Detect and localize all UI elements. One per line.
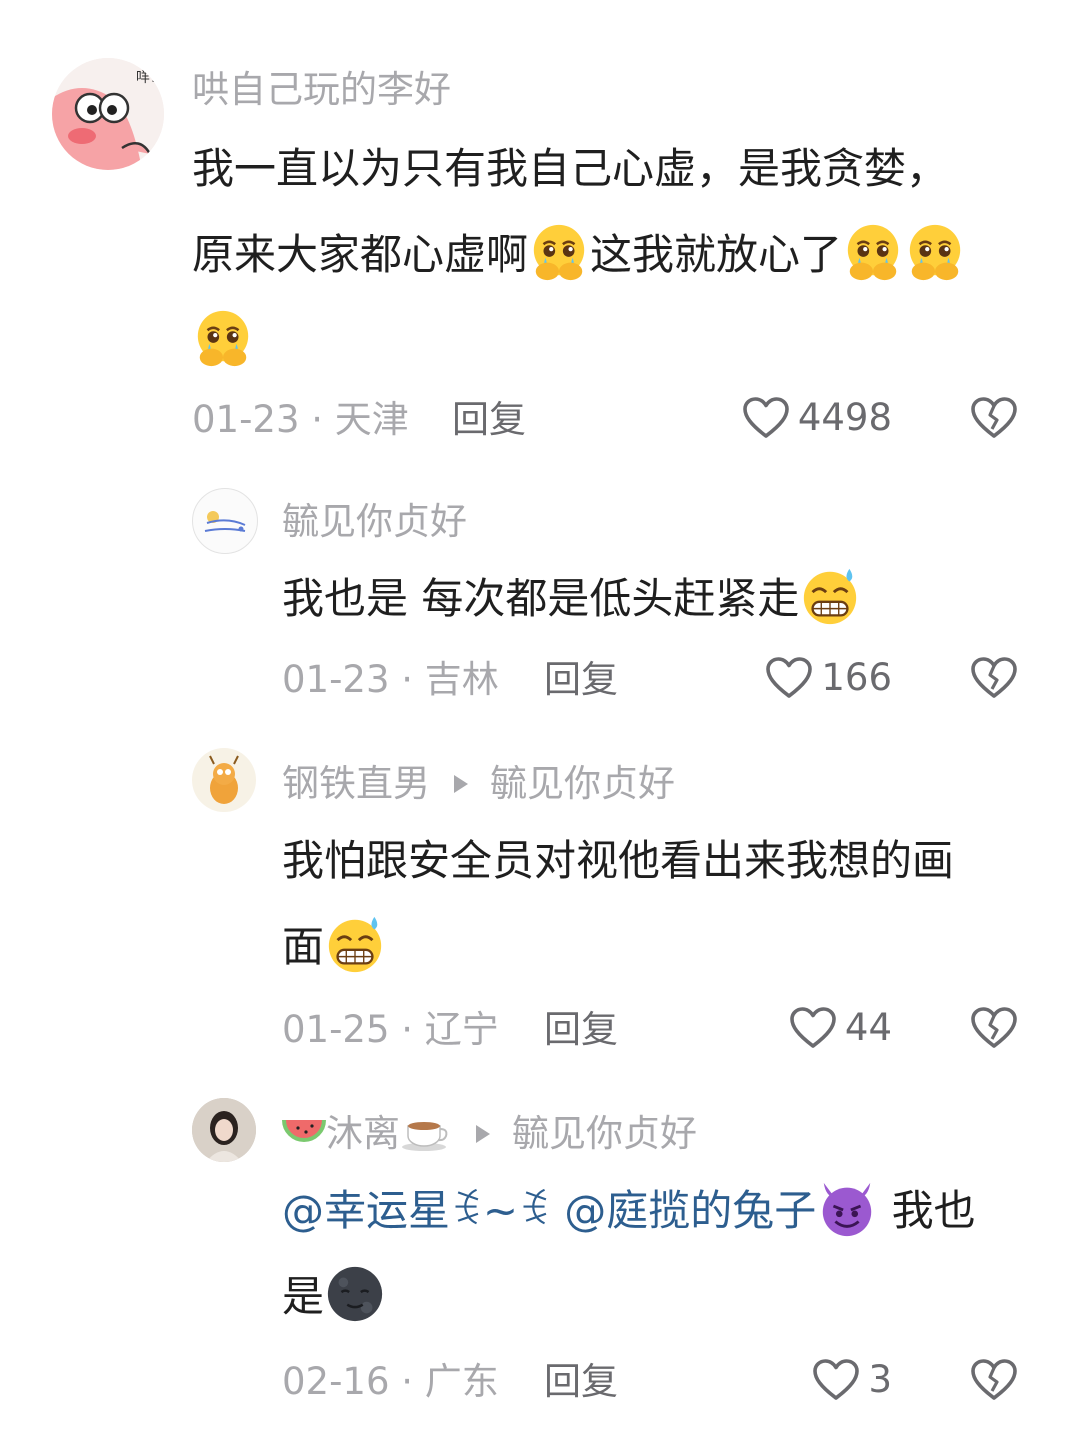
avatar-image bbox=[192, 1098, 256, 1162]
reply-arrow-icon bbox=[454, 775, 468, 793]
comment-text-line: 这我就放心了 bbox=[590, 230, 843, 279]
username[interactable]: 毓见你贞好 bbox=[282, 500, 467, 544]
username[interactable]: 钢铁直男 bbox=[282, 762, 430, 805]
hot-beverage-icon bbox=[402, 1122, 448, 1151]
comment-text: 我也是 每次都是低头赶紧走 bbox=[282, 556, 1006, 642]
comment-text-line: 我也是 每次都是低头赶紧走 bbox=[282, 574, 800, 623]
comment-text-line: 我怕跟安全员对视他看出来我想的画 bbox=[282, 836, 955, 885]
like-button[interactable]: 166 bbox=[765, 656, 892, 700]
reply-button[interactable]: 回复 bbox=[452, 398, 526, 442]
comment-text-line: 我也 bbox=[891, 1186, 976, 1235]
like-count: 44 bbox=[844, 1006, 892, 1049]
watermelon-icon bbox=[282, 1119, 326, 1142]
reply-button[interactable]: 回复 bbox=[544, 658, 618, 702]
like-button[interactable]: 44 bbox=[789, 1006, 892, 1050]
comment-text-line: 是 bbox=[282, 1272, 325, 1321]
avatar[interactable] bbox=[192, 748, 256, 812]
username: 钢铁直男 毓见你贞好 bbox=[282, 762, 675, 806]
comment-date-location: 01-23 · 天津 bbox=[192, 398, 409, 441]
crying-face-emoji bbox=[842, 221, 904, 283]
new-moon-face-emoji bbox=[324, 1263, 386, 1325]
comment-text-line: 面 bbox=[282, 922, 325, 971]
reply-button[interactable]: 回复 bbox=[544, 1360, 618, 1404]
grinning-sweat-emoji bbox=[799, 565, 861, 627]
heart-outline-icon bbox=[789, 1006, 837, 1050]
comment-date-location: 01-25 · 辽宁 bbox=[282, 1008, 499, 1051]
heart-outline-icon bbox=[812, 1358, 860, 1402]
comment-text: 我一直以为只有我自己心虚，是我贪婪， 原来大家都心虚啊 这我就放心了 bbox=[192, 126, 1006, 384]
heart-outline-icon bbox=[765, 656, 813, 700]
comment-text: @幸运星ꉂ~ꉂ @庭揽的兔子 我也 是 bbox=[282, 1168, 1006, 1340]
crying-face-emoji bbox=[528, 221, 590, 283]
like-button[interactable]: 4498 bbox=[742, 396, 892, 440]
avatar[interactable]: 咩？ bbox=[52, 58, 164, 170]
comment-item: 咩？ 哄自己玩的李好 我一直以为只有我自己心虚，是我贪婪， 原来大家都心虚啊 这我… bbox=[0, 0, 1080, 470]
mention-link[interactable]: @幸运星ꉂ~ꉂ bbox=[282, 1186, 551, 1235]
comment-list: 咩？ 哄自己玩的李好 我一直以为只有我自己心虚，是我贪婪， 原来大家都心虚啊 这我… bbox=[0, 0, 1080, 1440]
username[interactable]: 哄自己玩的李好 bbox=[192, 68, 451, 112]
like-count: 3 bbox=[868, 1358, 892, 1401]
comment-text-line: 原来大家都心虚啊 bbox=[192, 230, 529, 279]
dislike-button[interactable] bbox=[970, 1358, 1018, 1406]
heart-outline-icon bbox=[742, 396, 790, 440]
grinning-sweat-emoji bbox=[324, 913, 386, 975]
svg-text:咩？: 咩？ bbox=[136, 70, 164, 86]
like-count: 166 bbox=[821, 656, 892, 699]
username: 沐离 毓见你贞好 bbox=[282, 1112, 697, 1156]
broken-heart-icon bbox=[970, 396, 1018, 440]
reply-button[interactable]: 回复 bbox=[544, 1008, 618, 1052]
username[interactable]: 沐离 bbox=[326, 1112, 400, 1155]
crying-face-emoji bbox=[192, 307, 254, 369]
mention-link[interactable]: @庭揽的兔子 bbox=[564, 1186, 816, 1235]
like-button[interactable]: 3 bbox=[812, 1358, 892, 1402]
reply-to-username[interactable]: 毓见你贞好 bbox=[490, 762, 675, 805]
smiling-devil-emoji bbox=[816, 1177, 878, 1239]
dislike-button[interactable] bbox=[970, 656, 1018, 704]
comment-date-location: 01-23 · 吉林 bbox=[282, 658, 499, 701]
broken-heart-icon bbox=[970, 1006, 1018, 1050]
avatar[interactable] bbox=[192, 1098, 256, 1162]
reply-to-username[interactable]: 毓见你贞好 bbox=[512, 1112, 697, 1155]
dislike-button[interactable] bbox=[970, 1006, 1018, 1054]
crying-face-emoji bbox=[904, 221, 966, 283]
dislike-button[interactable] bbox=[970, 396, 1018, 444]
comment-text-line: 我一直以为只有我自己心虚，是我贪婪， bbox=[192, 144, 949, 193]
avatar[interactable] bbox=[192, 488, 258, 554]
garfield-avatar-image bbox=[209, 755, 239, 804]
comment-date-location: 02-16 · 广东 bbox=[282, 1360, 499, 1403]
avatar-image bbox=[204, 511, 246, 532]
like-count: 4498 bbox=[797, 396, 892, 439]
broken-heart-icon bbox=[970, 656, 1018, 700]
patrick-avatar-image: 咩？ bbox=[52, 58, 164, 170]
reply-arrow-icon bbox=[476, 1125, 490, 1143]
comment-text: 我怕跟安全员对视他看出来我想的画 面 bbox=[282, 818, 1006, 990]
broken-heart-icon bbox=[970, 1358, 1018, 1402]
